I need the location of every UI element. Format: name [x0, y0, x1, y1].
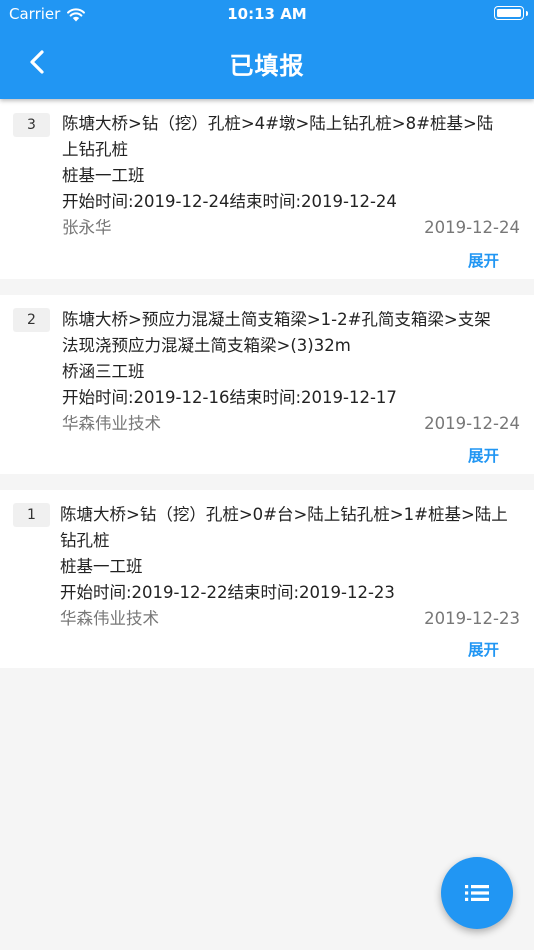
record-author: 华森伟业技术 [60, 609, 159, 628]
divider [0, 279, 534, 295]
record-path-line: 法现浇预应力混凝土简支箱梁>(3)32m [62, 336, 351, 355]
record-author: 张永华 [62, 218, 112, 237]
record-date: 2019-12-24 [424, 414, 520, 433]
record-meta: 华森伟业技术 2019-12-24 [62, 411, 520, 437]
record-index-badge: 1 [13, 503, 50, 527]
record-card[interactable]: 2 陈塘大桥>预应力混凝土简支箱梁>1-2#孔简支箱梁>支架 法现浇预应力混凝土… [0, 295, 534, 474]
list-icon [465, 885, 489, 901]
record-path-line: 陈塘大桥>钻（挖）孔桩>4#墩>陆上钻孔桩>8#桩基>陆 [62, 114, 494, 133]
expand-button[interactable]: 展开 [468, 444, 499, 466]
record-path-line: 陈塘大桥>钻（挖）孔桩>0#台>陆上钻孔桩>1#桩基>陆上 [60, 505, 508, 524]
record-author: 华森伟业技术 [62, 414, 161, 433]
record-time-range: 开始时间:2019-12-22结束时间:2019-12-23 [60, 583, 395, 602]
record-time-range: 开始时间:2019-12-24结束时间:2019-12-24 [62, 192, 397, 211]
app-bar: Carrier 10:13 AM 已填报 [0, 0, 534, 99]
battery-icon [494, 6, 528, 20]
record-index-badge: 3 [13, 113, 50, 137]
list-fab-button[interactable] [441, 857, 513, 929]
status-bar: Carrier 10:13 AM [0, 0, 534, 28]
record-team: 桩基一工班 [60, 557, 143, 576]
record-card[interactable]: 3 陈塘大桥>钻（挖）孔桩>4#墩>陆上钻孔桩>8#桩基>陆 上钻孔桩 桩基一工… [0, 99, 534, 279]
record-date: 2019-12-24 [424, 218, 520, 237]
divider [0, 474, 534, 490]
record-meta: 华森伟业技术 2019-12-23 [60, 606, 520, 632]
record-meta: 张永华 2019-12-24 [62, 215, 520, 241]
record-card[interactable]: 1 陈塘大桥>钻（挖）孔桩>0#台>陆上钻孔桩>1#桩基>陆上 钻孔桩 桩基一工… [0, 490, 534, 668]
record-path-line: 上钻孔桩 [62, 140, 128, 159]
record-time-range: 开始时间:2019-12-16结束时间:2019-12-17 [62, 388, 397, 407]
page-title: 已填报 [229, 52, 305, 80]
record-team: 桩基一工班 [62, 166, 145, 185]
record-path-line: 钻孔桩 [60, 531, 110, 550]
clock: 10:13 AM [227, 5, 307, 23]
record-date: 2019-12-23 [424, 609, 520, 628]
record-path-line: 陈塘大桥>预应力混凝土简支箱梁>1-2#孔简支箱梁>支架 [62, 310, 491, 329]
record-list: 3 陈塘大桥>钻（挖）孔桩>4#墩>陆上钻孔桩>8#桩基>陆 上钻孔桩 桩基一工… [0, 99, 534, 668]
expand-button[interactable]: 展开 [468, 638, 499, 660]
expand-button[interactable]: 展开 [468, 249, 499, 271]
record-index-badge: 2 [13, 308, 50, 332]
record-team: 桥涵三工班 [62, 362, 145, 381]
